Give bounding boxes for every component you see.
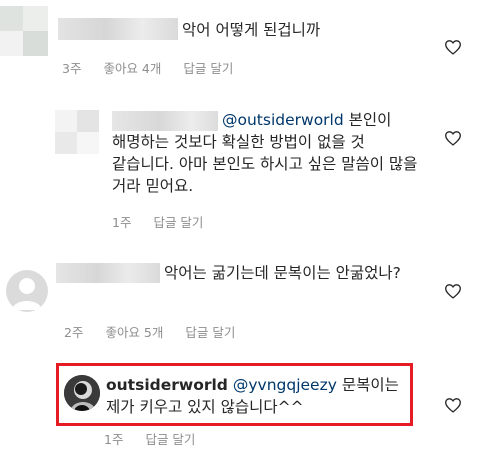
username-blurred[interactable]	[58, 18, 178, 40]
comment-1: 악어 어떻게 된겁니까 3주 좋아요 4개 답글 달기	[0, 0, 480, 80]
comment-time[interactable]: 1주	[104, 432, 123, 447]
reply-button[interactable]: 답글 달기	[145, 432, 195, 447]
comment-meta: 1주 답글 달기	[104, 429, 217, 448]
heart-outline-icon[interactable]	[444, 397, 462, 413]
user-silhouette-icon	[12, 278, 42, 310]
heart-outline-icon[interactable]	[444, 39, 462, 55]
highlight-box	[56, 363, 413, 426]
comment-3: 악어는 굶기는데 문복이는 안굶었나? 2주 좋아요 5개 답글 달기	[0, 250, 480, 345]
comment-2: @outsiderworld 본인이 해명하는 것보다 확실한 방법이 없을 것…	[0, 95, 480, 235]
comment-time[interactable]: 2주	[64, 325, 83, 340]
comment-text: @outsiderworld 본인이 해명하는 것보다 확실한 방법이 없을 것…	[112, 109, 422, 197]
heart-outline-icon[interactable]	[444, 283, 462, 299]
comment-meta: 3주 좋아요 4개 답글 달기	[62, 58, 255, 77]
reply-button[interactable]: 답글 달기	[185, 325, 235, 340]
reply-button[interactable]: 답글 달기	[183, 61, 233, 76]
comment-time[interactable]: 1주	[112, 215, 131, 230]
reply-button[interactable]: 답글 달기	[153, 215, 203, 230]
avatar-blurred[interactable]	[0, 6, 48, 56]
default-avatar[interactable]	[6, 270, 48, 312]
heart-outline-icon[interactable]	[444, 130, 462, 146]
comment-body: 악어 어떻게 된겁니까	[182, 21, 321, 39]
avatar-blurred[interactable]	[55, 110, 99, 154]
comment-text: 악어는 굶기는데 문복이는 안굶었나?	[56, 262, 416, 284]
comment-meta: 2주 좋아요 5개 답글 달기	[64, 322, 257, 341]
mention-link[interactable]: @outsiderworld	[222, 111, 344, 129]
comment-text: 악어 어떻게 된겁니까	[182, 19, 422, 41]
comment-meta: 1주 답글 달기	[112, 212, 225, 231]
comment-body: 악어는 굶기는데 문복이는 안굶었나?	[164, 264, 401, 282]
comment-time[interactable]: 3주	[62, 61, 81, 76]
like-count[interactable]: 좋아요 5개	[105, 325, 163, 340]
like-count[interactable]: 좋아요 4개	[103, 61, 161, 76]
